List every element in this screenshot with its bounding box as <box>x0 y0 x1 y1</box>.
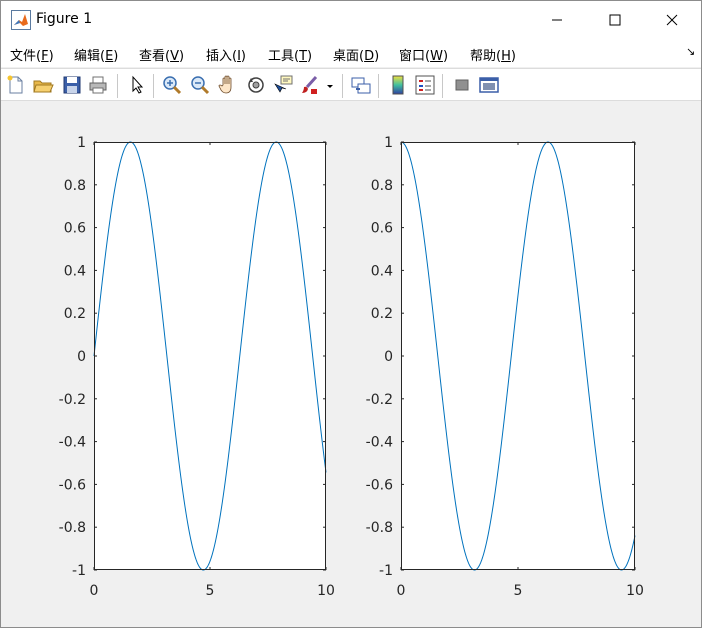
print-icon[interactable] <box>87 74 109 96</box>
y-tick-label: 0.6 <box>64 221 86 237</box>
y-tick-label: -0.8 <box>59 520 86 536</box>
menu-item[interactable]: 工具(T) <box>268 45 312 64</box>
menu-item-label: 插入( <box>206 49 238 64</box>
plot-canvas[interactable]: -1-0.8-0.6-0.4-0.200.20.40.60.810 5 10-1-0… <box>1 102 701 627</box>
x-tick-label: 0 <box>397 583 406 599</box>
y-tick-label: 0.4 <box>64 263 86 279</box>
new-figure-icon[interactable] <box>5 74 27 96</box>
chevron-down-icon[interactable] <box>323 74 337 96</box>
y-tick-label: 0 <box>384 349 393 365</box>
menu-item-suffix: ) <box>48 49 54 64</box>
figure-toolbar <box>1 68 701 101</box>
menu-item-suffix: ) <box>442 49 449 64</box>
figure-window: Figure 1 文件(F) 编辑(E) 查看(V) 插入(I) 工具(T) 桌面(D) 窗… <box>0 0 702 628</box>
menu-item[interactable]: 插入(I) <box>206 45 246 64</box>
menu-item-mnemonic: W <box>430 49 443 64</box>
menu-item[interactable]: 文件(F) <box>10 45 54 64</box>
data-cursor-icon[interactable] <box>272 74 294 96</box>
menu-item-label: 窗口( <box>399 49 431 64</box>
toolbar-separator <box>378 74 379 98</box>
y-tick-label: 0.4 <box>371 263 393 279</box>
y-tick-label: -0.2 <box>366 392 393 408</box>
edit-plot-arrow-icon[interactable] <box>126 74 148 96</box>
menu-item-suffix: ) <box>510 49 516 64</box>
y-tick-label: -0.2 <box>59 392 86 408</box>
y-tick-label: 0.8 <box>371 178 393 194</box>
x-tick-label: 10 <box>626 583 644 599</box>
figure-canvas[interactable]: -1 -0.8 -0.6 -0.4 -0.2 0 0.2 0.4 0.6 0.8 1 0 5 10 -1 -0… <box>1 102 701 627</box>
link-plot-icon[interactable] <box>350 74 372 96</box>
x-tick-label: 0 <box>90 583 99 599</box>
y-tick-label: -0.6 <box>366 477 393 493</box>
menu-item-suffix: ) <box>178 49 185 64</box>
rotate-3d-icon[interactable] <box>245 74 267 96</box>
menu-item-suffix: ) <box>307 49 313 64</box>
menu-item-mnemonic: F <box>41 49 49 64</box>
minimize-icon <box>552 19 562 21</box>
y-tick-label: -0.4 <box>366 435 393 451</box>
zoom-out-icon[interactable] <box>189 74 211 96</box>
insert-legend-icon[interactable] <box>414 74 436 96</box>
y-tick-label: 0.2 <box>64 306 86 322</box>
pan-hand-icon[interactable] <box>217 74 239 96</box>
menu-item-label: 帮助( <box>470 49 502 64</box>
minimize-button[interactable] <box>528 1 586 39</box>
maximize-button[interactable] <box>586 1 644 39</box>
toolbar-separator <box>442 74 443 98</box>
menu-item-label: 编辑( <box>74 49 106 64</box>
toolbar-separator <box>342 74 343 98</box>
title-bar[interactable]: Figure 1 <box>1 1 701 39</box>
axes-background <box>401 142 635 570</box>
menu-item-label: 工具( <box>268 49 300 64</box>
axes-background <box>94 142 326 570</box>
menu-item-mnemonic: H <box>501 49 511 64</box>
menu-bar: 文件(F) 编辑(E) 查看(V) 插入(I) 工具(T) 桌面(D) 窗口(W) 帮助(H) <box>1 39 701 67</box>
y-tick-label: 0.8 <box>64 178 86 194</box>
y-tick-label: -1 <box>72 563 86 579</box>
close-icon <box>666 14 678 26</box>
x-tick-label: 5 <box>514 583 523 599</box>
menu-item-label: 桌面( <box>333 49 365 64</box>
menu-item[interactable]: 查看(V) <box>139 45 184 64</box>
menu-item-mnemonic: V <box>170 49 179 64</box>
menu-item-suffix: ) <box>113 49 119 64</box>
y-tick-label: 1 <box>77 135 86 151</box>
menu-item[interactable]: 帮助(H) <box>470 45 516 64</box>
window-title: Figure 1 <box>36 11 93 27</box>
y-tick-label: -0.4 <box>59 435 86 451</box>
x-tick-label: 5 <box>206 583 215 599</box>
toolbar-separator <box>117 74 118 98</box>
insert-colorbar-icon[interactable] <box>387 74 409 96</box>
show-plot-tools-icon[interactable] <box>478 74 500 96</box>
menu-item-label: 文件( <box>10 49 42 64</box>
menu-item[interactable]: 编辑(E) <box>74 45 118 64</box>
y-tick-label: -1 <box>379 563 393 579</box>
open-file-icon[interactable] <box>32 74 54 96</box>
menu-item[interactable]: 桌面(D) <box>333 45 379 64</box>
brush-icon[interactable] <box>299 74 321 96</box>
menu-item[interactable]: 窗口(W) <box>399 45 448 64</box>
hide-plot-tools-icon[interactable] <box>451 74 473 96</box>
matlab-icon <box>11 10 31 30</box>
save-icon[interactable] <box>61 74 83 96</box>
y-tick-label: -0.8 <box>366 520 393 536</box>
x-tick-label: 10 <box>317 583 335 599</box>
menu-item-label: 查看( <box>139 49 171 64</box>
zoom-in-icon[interactable] <box>161 74 183 96</box>
menu-item-suffix: ) <box>240 49 246 64</box>
maximize-icon <box>609 14 621 26</box>
close-button[interactable] <box>643 1 701 39</box>
toolbar-separator <box>153 74 154 98</box>
menu-item-mnemonic: T <box>299 49 308 64</box>
y-tick-label: 1 <box>384 135 393 151</box>
y-tick-label: 0.2 <box>371 306 393 322</box>
dock-arrow-icon[interactable]: ↘ <box>686 45 695 58</box>
menu-item-mnemonic: D <box>364 49 375 64</box>
y-tick-label: 0 <box>77 349 86 365</box>
menu-item-suffix: ) <box>374 49 380 64</box>
y-tick-label: 0.6 <box>371 221 393 237</box>
y-tick-label: -0.6 <box>59 477 86 493</box>
